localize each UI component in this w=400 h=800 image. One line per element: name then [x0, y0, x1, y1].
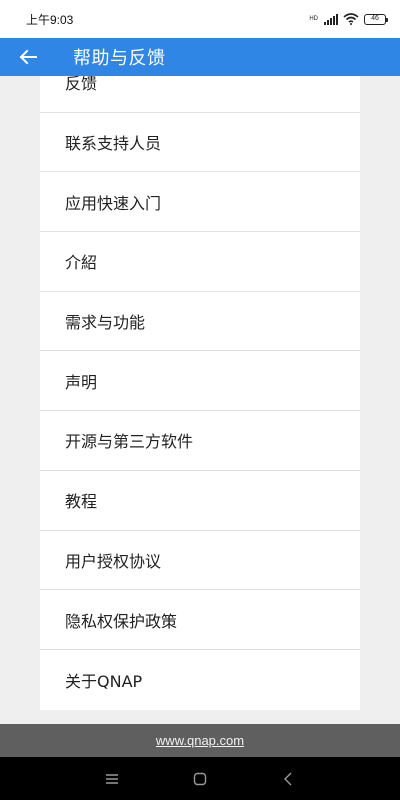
- list-item-quick-start[interactable]: 应用快速入门: [40, 172, 360, 233]
- menu-button[interactable]: [92, 759, 132, 799]
- home-icon: [193, 772, 207, 785]
- arrow-left-icon: [19, 49, 37, 65]
- help-menu-panel: 反馈 联系支持人员 应用快速入门 介紹 需求与功能 声明 开源与第三方软件 教程…: [40, 76, 360, 710]
- back-button[interactable]: [0, 38, 56, 76]
- page-title: 帮助与反馈: [73, 48, 166, 69]
- signal-icon: [324, 13, 338, 25]
- app-bar: 帮助与反馈: [0, 38, 400, 76]
- home-button[interactable]: [180, 759, 220, 799]
- list-item-license-agreement[interactable]: 用户授权协议: [40, 531, 360, 591]
- menu-icon: [106, 773, 118, 784]
- wifi-icon: [343, 13, 359, 25]
- footer: www.qnap.com: [0, 724, 400, 757]
- website-link[interactable]: www.qnap.com: [156, 733, 244, 748]
- list-item-open-source[interactable]: 开源与第三方软件: [40, 411, 360, 471]
- nav-back-button[interactable]: [268, 759, 308, 799]
- status-time: 上午9:03: [26, 12, 74, 27]
- status-bar: 上午9:03 HD 46: [0, 0, 400, 38]
- battery-icon: 46: [364, 13, 388, 25]
- list-item-feedback[interactable]: 反馈: [40, 76, 360, 113]
- list-item-requirements[interactable]: 需求与功能: [40, 292, 360, 352]
- status-icons: HD 46: [309, 13, 388, 25]
- help-menu-list: 反馈 联系支持人员 应用快速入门 介紹 需求与功能 声明 开源与第三方软件 教程…: [40, 76, 360, 710]
- list-item-privacy-policy[interactable]: 隐私权保护政策: [40, 590, 360, 650]
- back-icon: [284, 772, 292, 785]
- list-item-statement[interactable]: 声明: [40, 351, 360, 412]
- list-item-contact-support[interactable]: 联系支持人员: [40, 113, 360, 173]
- system-nav-bar: [0, 757, 400, 800]
- list-item-introduction[interactable]: 介紹: [40, 232, 360, 292]
- network-type-label: HD: [309, 16, 318, 22]
- list-item-tutorial[interactable]: 教程: [40, 471, 360, 531]
- list-item-about-qnap[interactable]: 关于QNAP: [40, 650, 360, 710]
